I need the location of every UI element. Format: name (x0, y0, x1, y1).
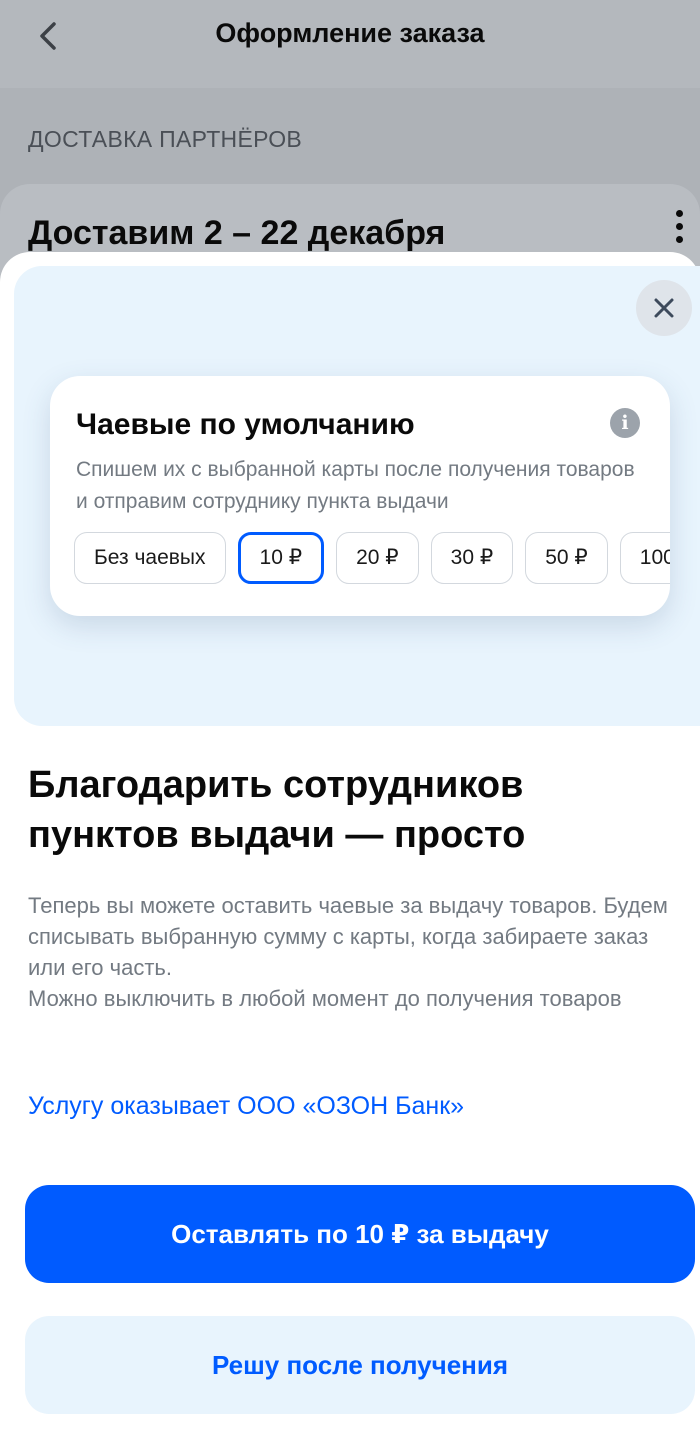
close-icon (654, 298, 674, 318)
tip-option-none[interactable]: Без чаевых (74, 532, 226, 584)
enable-tips-button[interactable]: Оставлять по 10 ₽ за выдачу (25, 1185, 695, 1283)
tip-option-50[interactable]: 50 ₽ (525, 532, 608, 584)
tips-card-description: Спишем их с выбранной карты после получе… (76, 458, 635, 513)
sheet-headline: Благодарить сотрудников пунктов выдачи —… (28, 764, 526, 856)
page-title: Оформление заказа (215, 18, 485, 48)
tip-options: Без чаевых 10 ₽ 20 ₽ 30 ₽ 50 ₽ 100 ₽ (74, 532, 670, 586)
tip-option-10[interactable]: 10 ₽ (237, 532, 325, 584)
tip-option-20[interactable]: 20 ₽ (336, 532, 419, 584)
kebab-menu-icon[interactable] (674, 210, 684, 246)
body-paragraph: Можно выключить в любой момент до получе… (28, 986, 622, 1011)
provider-link[interactable]: Услугу оказывает ООО «ОЗОН Банк» (28, 1092, 464, 1121)
section-label: ДОСТАВКА ПАРТНЁРОВ (28, 126, 303, 152)
tips-preview-card: Чаевые по умолчанию i Спишем их с выбран… (50, 376, 670, 616)
delivery-title: Доставим 2 – 22 декабря (28, 214, 446, 252)
info-icon: i (610, 408, 640, 438)
tip-option-30[interactable]: 30 ₽ (430, 532, 514, 584)
tips-card-title: Чаевые по умолчанию (76, 408, 415, 441)
close-button[interactable] (636, 280, 692, 336)
top-bar: Оформление заказа (0, 0, 700, 88)
decide-later-button[interactable]: Решу после получения (25, 1316, 695, 1414)
sheet-body-text: Теперь вы можете оставить чаевые за выда… (28, 890, 688, 1014)
tips-bottom-sheet: Чаевые по умолчанию i Спишем их с выбран… (0, 252, 700, 1450)
body-paragraph: Теперь вы можете оставить чаевые за выда… (28, 893, 668, 980)
tip-option-100[interactable]: 100 ₽ (619, 532, 670, 584)
